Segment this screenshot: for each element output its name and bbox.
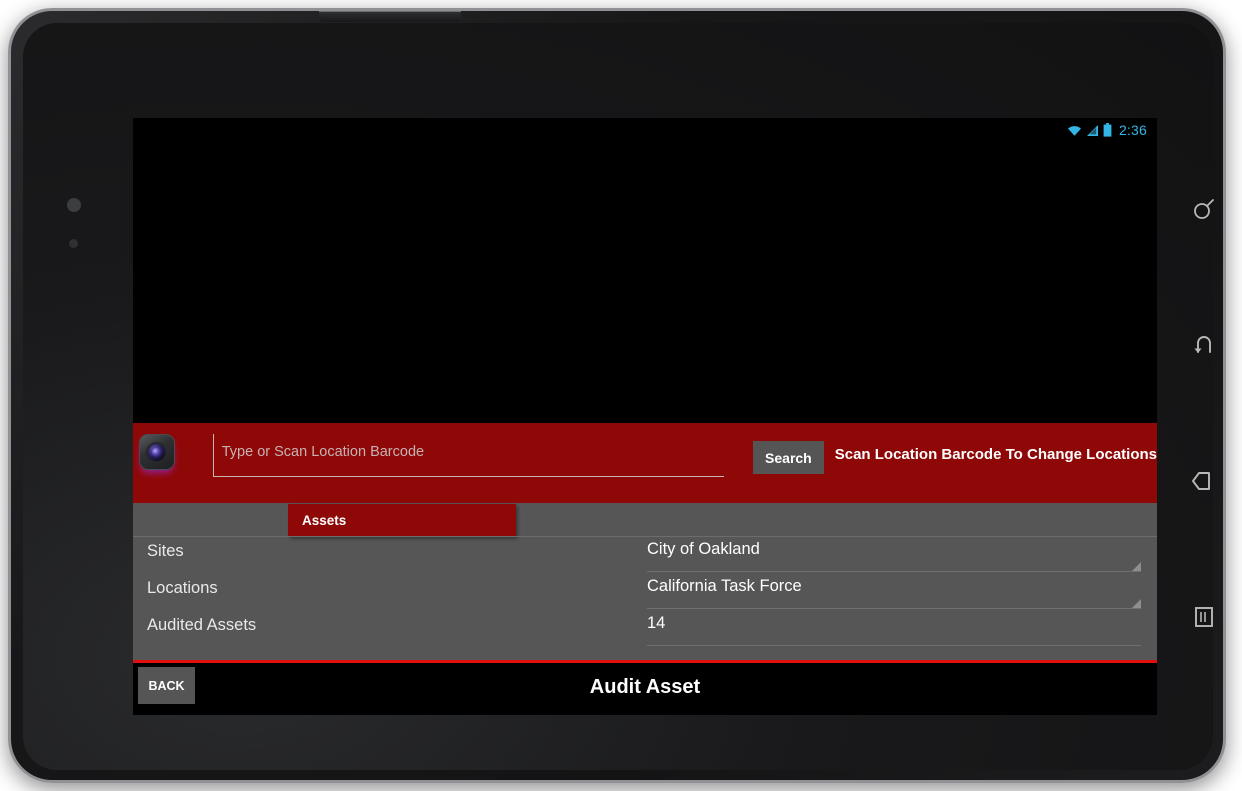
audited-assets-rule: [647, 645, 1141, 646]
camera-lens-icon: [146, 441, 168, 463]
search-key[interactable]: [1184, 189, 1223, 229]
recents-key[interactable]: [1184, 597, 1223, 637]
scan-location-hint-text: Scan Location Barcode To Change Location…: [834, 446, 1157, 463]
field-label-locations: Locations: [147, 579, 218, 597]
device-bezel-glass: 2:36 Search Scan Location Barcode To Cha…: [23, 23, 1214, 770]
android-navigation-bar: [1171, 83, 1223, 743]
app-screen: 2:36 Search Scan Location Barcode To Cha…: [133, 118, 1157, 715]
signal-icon: [1086, 124, 1099, 137]
location-barcode-input[interactable]: [212, 434, 725, 477]
audited-assets-field[interactable]: 14: [647, 611, 1141, 647]
sites-spinner[interactable]: City of Oakland: [647, 537, 1141, 573]
bottom-bar: BACK Audit Asset: [133, 660, 1157, 715]
locations-spinner[interactable]: California Task Force: [647, 574, 1141, 610]
tablet-device-frame: 2:36 Search Scan Location Barcode To Cha…: [8, 8, 1226, 783]
sites-value: City of Oakland: [647, 540, 760, 558]
sites-spinner-rule: [647, 571, 1141, 572]
barcode-camera-viewfinder[interactable]: [133, 142, 1157, 423]
field-row-audited-assets: Audited Assets 14: [133, 611, 1157, 648]
light-sensor-icon: [69, 239, 78, 248]
home-pentagon-icon: [1192, 472, 1210, 490]
locations-spinner-rule: [647, 608, 1141, 609]
field-row-locations: Locations California Task Force: [133, 574, 1157, 611]
tab-strip: Assets: [133, 501, 1157, 537]
scan-barcode-camera-button[interactable]: [139, 434, 175, 470]
wifi-icon: [1067, 124, 1082, 137]
locations-value: California Task Force: [647, 577, 802, 595]
barcode-input-wrapper: [212, 434, 725, 477]
chevron-down-icon: [1132, 599, 1141, 608]
page-title: Audit Asset: [589, 676, 701, 698]
status-bar: 2:36: [133, 118, 1157, 142]
tab-assets[interactable]: Assets: [288, 504, 516, 537]
magnifier-icon: [1194, 199, 1214, 219]
status-clock: 2:36: [1118, 122, 1147, 138]
search-button[interactable]: Search: [753, 441, 824, 474]
curved-back-arrow-icon: [1194, 336, 1211, 353]
scan-location-bar: Search Scan Location Barcode To Change L…: [133, 423, 1157, 501]
recent-apps-icon: [1195, 607, 1213, 627]
field-row-sites: Sites City of Oakland: [133, 537, 1157, 574]
battery-icon: [1103, 123, 1112, 137]
device-top-nub: [319, 11, 461, 22]
details-panel: Assets Sites City of Oakland Locations C…: [133, 501, 1157, 660]
home-key[interactable]: [1184, 461, 1223, 501]
audited-assets-value: 14: [647, 614, 666, 632]
camera-lens-inner-icon: [152, 447, 162, 457]
field-label-sites: Sites: [147, 542, 184, 560]
field-label-audited-assets: Audited Assets: [147, 616, 257, 634]
chevron-down-icon: [1132, 562, 1141, 571]
front-camera-icon: [67, 198, 81, 212]
back-key[interactable]: [1184, 325, 1223, 365]
